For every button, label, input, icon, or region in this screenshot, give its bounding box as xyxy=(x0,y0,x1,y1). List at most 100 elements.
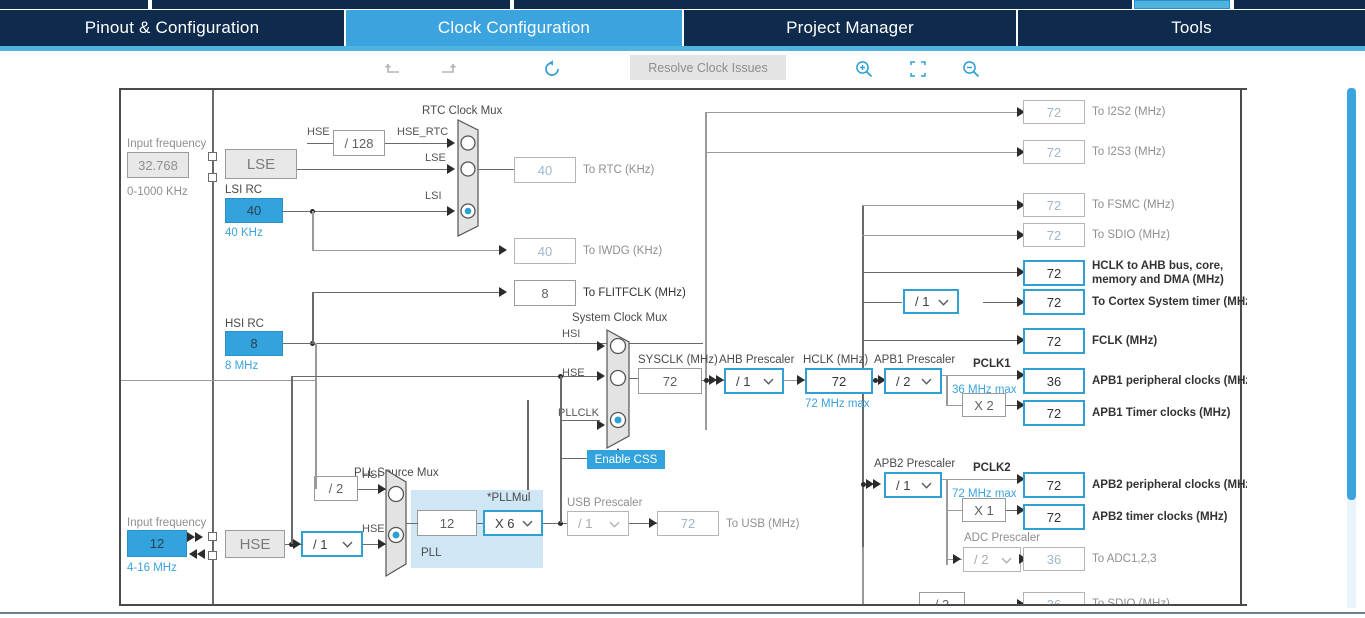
wire-fsmc xyxy=(862,205,1023,207)
ahb-prescaler-value: / 1 xyxy=(736,373,751,389)
to-usb-label: To USB (MHz) xyxy=(726,518,800,530)
sdio-divider: / 2 xyxy=(919,592,965,604)
redo-icon[interactable] xyxy=(435,56,461,82)
cortex-prescaler-select[interactable]: / 1 xyxy=(903,289,959,314)
to-usb-value: 72 xyxy=(657,511,719,536)
hse-rtc-label: HSE_RTC xyxy=(397,126,449,138)
lse-oscillator-block[interactable]: LSE xyxy=(225,149,297,179)
lse-input-frequency-field[interactable]: 32.768 xyxy=(127,152,189,178)
top-strip-segment-3 xyxy=(514,0,1132,9)
hclk-value: 72 xyxy=(805,368,873,394)
zoom-out-icon[interactable] xyxy=(958,56,984,82)
hse-arrow-out-2 xyxy=(195,532,203,542)
lse-input-frequency-label: Input frequency xyxy=(127,138,207,150)
apb1-prescaler-select[interactable]: / 2 xyxy=(884,368,942,394)
apb2-multiplier: X 1 xyxy=(962,498,1006,522)
pllmux-hse-label: HSE xyxy=(362,523,385,535)
hse-terminal-top xyxy=(208,532,217,541)
tab-clock-configuration[interactable]: Clock Configuration xyxy=(346,10,684,46)
wire-apb1-to-x2 xyxy=(946,405,962,407)
tab-project-manager[interactable]: Project Manager xyxy=(684,10,1018,46)
pll-panel-label: PLL xyxy=(421,547,442,559)
cortex-timer-value: 72 xyxy=(1023,289,1085,315)
to-fsmc-value: 72 xyxy=(1023,193,1085,217)
sysclk-value: 72 xyxy=(638,368,702,394)
adc-prescaler-select[interactable]: / 2 xyxy=(963,547,1021,572)
hse-oscillator-block[interactable]: HSE xyxy=(225,530,285,558)
to-sdio-top-value: 72 xyxy=(1023,223,1085,247)
resolve-clock-issues-button[interactable]: Resolve Clock Issues xyxy=(630,55,786,80)
to-fsmc-label: To FSMC (MHz) xyxy=(1092,199,1175,211)
lsi-signal-label: LSI xyxy=(425,190,442,202)
enable-css-button[interactable]: Enable CSS xyxy=(587,450,665,469)
undo-icon[interactable] xyxy=(380,56,406,82)
arrow-lsi-mux xyxy=(447,206,455,216)
to-rtc-value: 40 xyxy=(514,157,576,183)
to-adc-value: 36 xyxy=(1023,547,1085,571)
to-iwdg-label: To IWDG (KHz) xyxy=(583,245,663,257)
pllmul-select[interactable]: X 6 xyxy=(483,510,543,536)
hse-range-label: 4-16 MHz xyxy=(127,562,177,574)
top-strip-segment-2 xyxy=(152,0,510,9)
clock-tree-canvas[interactable]: Input frequency 32.768 0-1000 KHz LSE LS… xyxy=(119,88,1247,606)
lsi-rc-value[interactable]: 40 xyxy=(225,198,283,223)
system-clock-mux[interactable] xyxy=(605,328,637,455)
hsi-rc-value[interactable]: 8 xyxy=(225,331,283,356)
pll-source-mux[interactable] xyxy=(384,468,414,583)
to-flitfclk-value: 8 xyxy=(514,280,576,306)
cortex-timer-label: To Cortex System timer (MHz) xyxy=(1092,296,1247,308)
lse-terminal-top xyxy=(208,152,217,161)
arrow-sysmux-hsi xyxy=(597,341,605,351)
wire-div128-to-mux xyxy=(385,143,451,145)
chevron-down-icon xyxy=(763,374,774,389)
wire-hsi-to-flitf xyxy=(312,292,502,294)
apb2-prescaler-select[interactable]: / 1 xyxy=(884,472,942,498)
usb-prescaler-value: / 1 xyxy=(578,516,593,531)
wire-hsi-down-to-div2 xyxy=(315,343,317,489)
wire-pll-to-sysmux xyxy=(560,420,600,422)
wire-apb2-down xyxy=(946,479,948,565)
pll-input-value: 12 xyxy=(417,510,477,536)
apb1-timer-label: APB1 Timer clocks (MHz) xyxy=(1092,407,1231,419)
tab-pinout-configuration[interactable]: Pinout & Configuration xyxy=(0,10,346,46)
arrow-sysmux-hse xyxy=(597,371,605,381)
rtc-clock-mux-title: RTC Clock Mux xyxy=(422,105,503,117)
hse-input-frequency-field[interactable]: 12 xyxy=(127,530,187,557)
apb2-prescaler-title: APB2 Prescaler xyxy=(874,458,956,470)
to-flitfclk-label: To FLITFCLK (MHz) xyxy=(583,287,686,299)
usb-prescaler-title: USB Prescaler xyxy=(567,497,643,509)
to-sdio-bottom-value: 36 xyxy=(1023,592,1085,604)
wire-hse-to-sysmux xyxy=(527,376,599,378)
system-clock-mux-title: System Clock Mux xyxy=(572,312,668,324)
tab-tools[interactable]: Tools xyxy=(1018,10,1365,46)
wire-sdio-top xyxy=(862,235,1023,237)
reset-icon[interactable] xyxy=(539,56,565,82)
usb-prescaler-select[interactable]: / 1 xyxy=(567,511,629,536)
lsi-rc-title: LSI RC xyxy=(225,184,263,196)
window-top-strip xyxy=(0,0,1365,9)
hsi-rc-title: HSI RC xyxy=(225,318,264,330)
hse-terminal-bottom xyxy=(208,551,217,560)
wire-lsi-to-mux xyxy=(283,211,451,213)
wire-sdio-bottom-down xyxy=(862,547,864,604)
vertical-scrollbar-thumb[interactable] xyxy=(1347,88,1356,500)
lse-range-label: 0-1000 KHz xyxy=(127,186,188,198)
apb1-timer-value: 72 xyxy=(1023,400,1085,426)
top-strip-highlight[interactable] xyxy=(1134,0,1230,9)
arrow-ahb-2 xyxy=(716,375,724,385)
wire-lsi-down xyxy=(312,211,314,251)
fit-to-screen-icon[interactable] xyxy=(905,56,931,82)
to-i2s2-value: 72 xyxy=(1023,100,1085,124)
apb1-prescaler-title: APB1 Prescaler xyxy=(874,354,956,366)
arrow-hclk xyxy=(797,375,805,385)
wire-hse-down-css xyxy=(560,376,562,420)
ahb-prescaler-select[interactable]: / 1 xyxy=(724,368,784,394)
zoom-in-icon[interactable] xyxy=(851,56,877,82)
to-i2s2-label: To I2S2 (MHz) xyxy=(1092,106,1166,118)
arrow-sysmux-pllclk xyxy=(597,420,605,430)
sysmux-hsi-label: HSI xyxy=(562,328,581,340)
bus-line-left xyxy=(212,90,214,604)
rtc-clock-mux[interactable] xyxy=(456,118,486,243)
pll-hse-divider-select[interactable]: / 1 xyxy=(301,531,363,557)
arrow-iwdg xyxy=(499,245,507,255)
